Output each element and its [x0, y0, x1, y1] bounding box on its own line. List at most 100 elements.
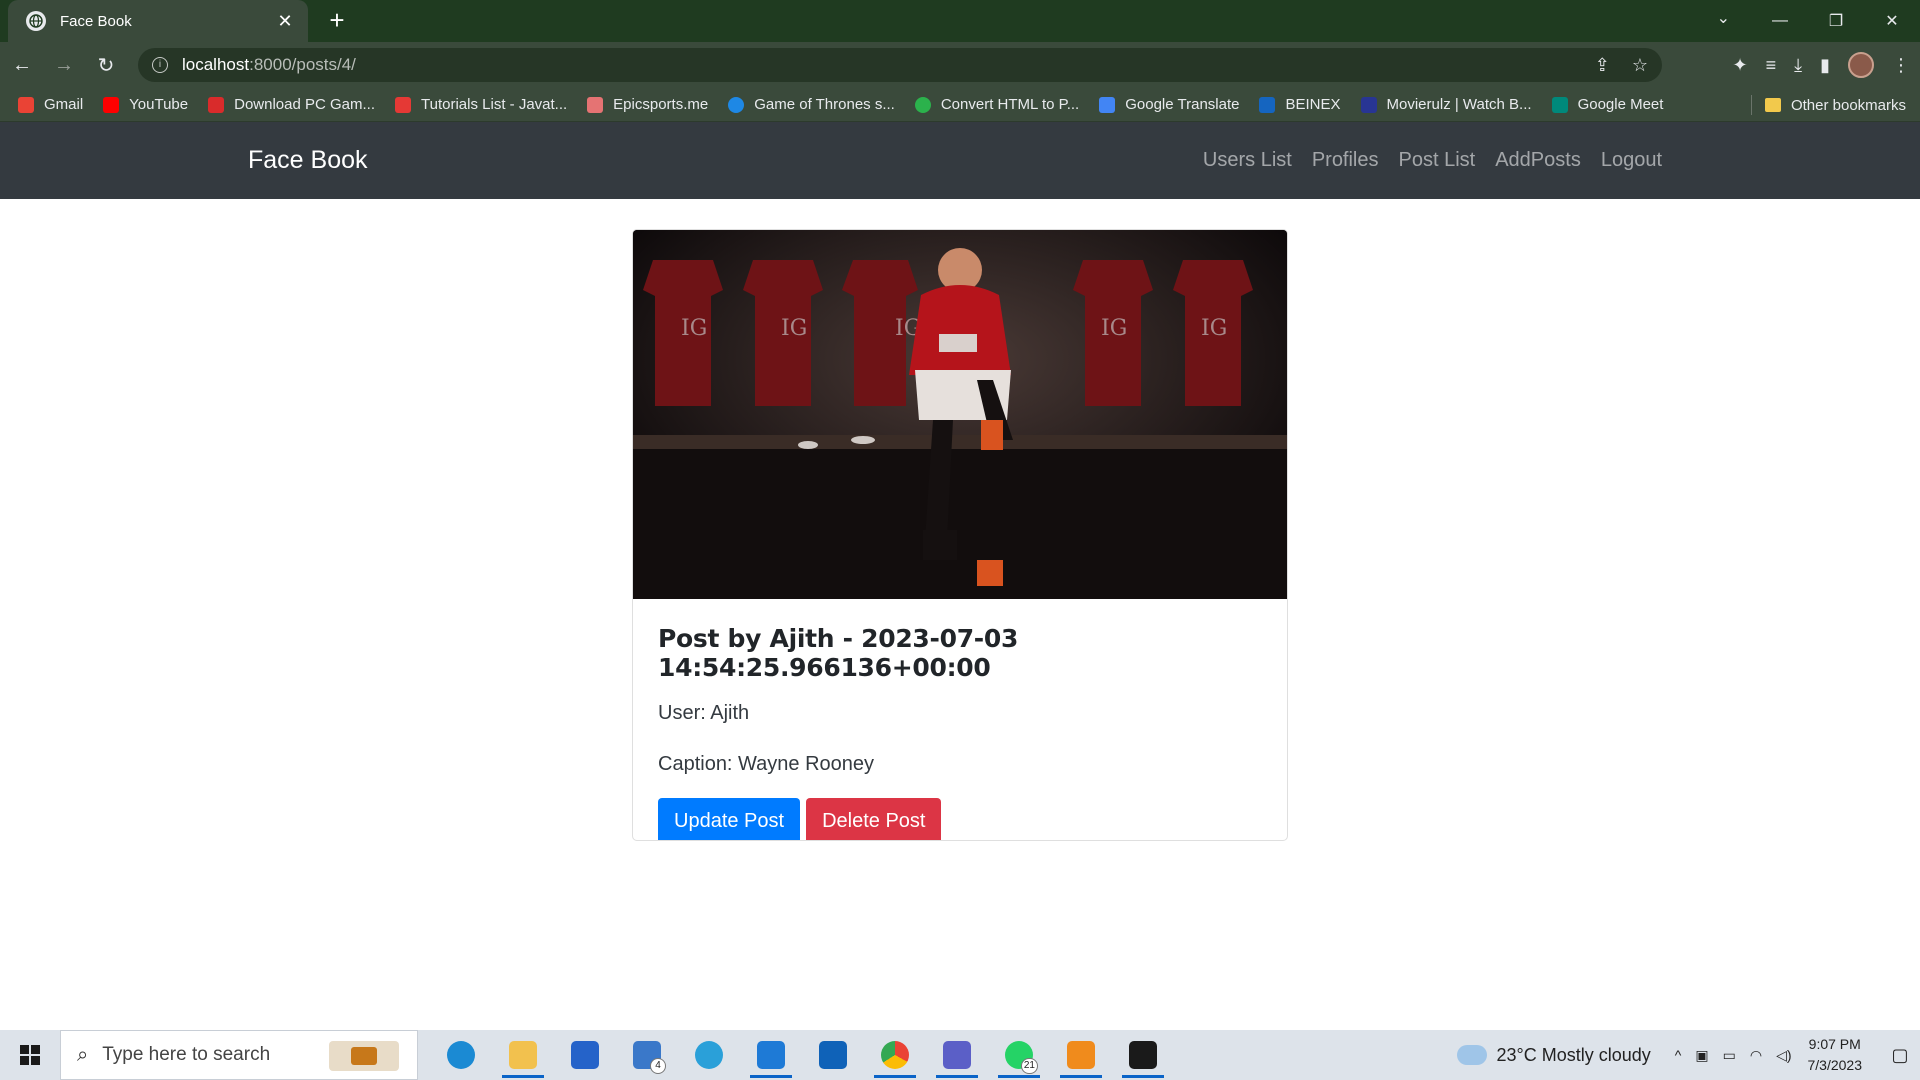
- edge-icon: [447, 1041, 475, 1069]
- svg-text:IG: IG: [681, 316, 707, 341]
- restore-icon[interactable]: ❐: [1808, 11, 1864, 31]
- bookmark-epicsports[interactable]: Epicsports.me: [587, 96, 708, 113]
- site-info-icon[interactable]: i: [152, 57, 168, 73]
- address-bar[interactable]: i localhost:8000/posts/4/ ⇪ ☆: [138, 48, 1662, 82]
- whatsapp-app[interactable]: 21: [988, 1030, 1050, 1080]
- nav-logout[interactable]: Logout: [1601, 149, 1662, 172]
- minimize-icon[interactable]: —: [1752, 12, 1808, 30]
- svg-text:IG: IG: [1101, 316, 1127, 341]
- store-app[interactable]: [554, 1030, 616, 1080]
- post-photo-illustration: IG IG IG IG IG: [633, 230, 1287, 599]
- meet-now-icon[interactable]: ▣: [1695, 1047, 1708, 1064]
- bookmark-google-meet[interactable]: Google Meet: [1551, 96, 1664, 113]
- other-bookmarks-label: Other bookmarks: [1790, 96, 1906, 114]
- bookmark-label: Google Translate: [1125, 96, 1240, 113]
- browser-tab[interactable]: Face Book ✕: [8, 0, 308, 42]
- other-bookmarks[interactable]: Other bookmarks: [1764, 88, 1906, 122]
- post-card: IG IG IG IG IG Post by Ajith - 2023-07-03 1…: [632, 229, 1288, 841]
- sublime-app[interactable]: [1050, 1030, 1112, 1080]
- meet-icon: [1551, 96, 1568, 113]
- outlook-icon: [819, 1041, 847, 1069]
- bookmark-label: BEINEX: [1285, 96, 1341, 113]
- terminal-app[interactable]: [1112, 1030, 1174, 1080]
- bookmark-label: Movierulz | Watch B...: [1386, 96, 1532, 113]
- nav-users-list[interactable]: Users List: [1203, 149, 1292, 172]
- media-queue-icon[interactable]: ≡: [1766, 55, 1777, 76]
- mail-app[interactable]: 4: [616, 1030, 678, 1080]
- taskbar-search[interactable]: ⌕ Type here to search: [60, 1030, 418, 1080]
- chrome-app[interactable]: [864, 1030, 926, 1080]
- mail-badge: 4: [650, 1058, 666, 1074]
- volume-icon[interactable]: ◁): [1776, 1047, 1791, 1064]
- nav-profiles[interactable]: Profiles: [1312, 149, 1379, 172]
- terminal-icon: [1129, 1041, 1157, 1069]
- vscode-icon: [757, 1041, 785, 1069]
- outlook-app[interactable]: [802, 1030, 864, 1080]
- reload-icon[interactable]: ↻: [86, 45, 126, 85]
- window-controls: — ❐ ✕: [1752, 0, 1920, 42]
- post-user: User: Ajith: [658, 702, 750, 724]
- clock[interactable]: 9:07 PM 7/3/2023: [1808, 1034, 1863, 1076]
- edge-app[interactable]: [430, 1030, 492, 1080]
- tab-search-icon[interactable]: ⌄: [1717, 8, 1730, 28]
- youtube-icon: [103, 96, 120, 113]
- new-tab-button[interactable]: +: [322, 6, 352, 36]
- bookmark-beinex[interactable]: BEINEX: [1259, 96, 1341, 113]
- start-button[interactable]: [0, 1030, 60, 1080]
- nav-add-posts[interactable]: AddPosts: [1495, 149, 1581, 172]
- close-tab-icon[interactable]: ✕: [274, 11, 296, 32]
- vscode-app[interactable]: [740, 1030, 802, 1080]
- beinex-icon: [1259, 96, 1276, 113]
- notification-icon[interactable]: ▢: [1880, 1030, 1920, 1080]
- bookmark-gmail[interactable]: Gmail: [18, 96, 83, 113]
- bookmark-download-pc-games[interactable]: Download PC Gam...: [208, 96, 375, 113]
- profile-avatar[interactable]: [1848, 52, 1874, 78]
- share-icon[interactable]: ⇪: [1595, 55, 1610, 76]
- forward-icon[interactable]: →: [44, 45, 84, 85]
- store-icon: [571, 1041, 599, 1069]
- bookmark-google-translate[interactable]: Google Translate: [1099, 96, 1239, 113]
- weather-widget[interactable]: 23°C Mostly cloudy: [1454, 1039, 1651, 1066]
- back-icon[interactable]: ←: [2, 45, 42, 85]
- menu-kebab-icon[interactable]: ⋮: [1892, 55, 1910, 76]
- url-host: localhost: [182, 55, 250, 74]
- bookmark-tutorials-list[interactable]: Tutorials List - Javat...: [395, 96, 567, 113]
- teams-app[interactable]: [926, 1030, 988, 1080]
- bookmark-label: Google Meet: [1577, 96, 1664, 113]
- file-explorer-app[interactable]: [492, 1030, 554, 1080]
- cloud-icon: [1454, 1039, 1487, 1065]
- bookmark-youtube[interactable]: YouTube: [103, 96, 188, 113]
- delete-post-button[interactable]: Delete Post: [806, 798, 942, 840]
- site-nav-links: Users List Profiles Post List AddPosts L…: [1183, 122, 1662, 199]
- telegram-app[interactable]: [678, 1030, 740, 1080]
- globe-icon: [728, 96, 745, 113]
- extensions-icon[interactable]: ✦: [1733, 55, 1748, 76]
- sublime-icon: [1067, 1041, 1095, 1069]
- tab-title: Face Book: [60, 12, 132, 30]
- bookmark-label: YouTube: [129, 96, 189, 113]
- bookmark-label: Gmail: [44, 96, 84, 113]
- post-body: Post by Ajith - 2023-07-03 14:54:25.9661…: [658, 624, 1258, 840]
- convert-icon: [914, 96, 931, 113]
- url-path: :8000/posts/4/: [249, 55, 356, 74]
- site-brand[interactable]: Face Book: [248, 122, 368, 199]
- window-close-icon[interactable]: ✕: [1864, 11, 1920, 31]
- side-panel-icon[interactable]: ▮: [1820, 55, 1830, 76]
- download-icon[interactable]: ⤓: [1794, 55, 1802, 76]
- telegram-icon: [695, 1041, 723, 1069]
- bookmark-star-icon[interactable]: ☆: [1632, 55, 1648, 76]
- chevron-up-icon[interactable]: ^: [1675, 1047, 1682, 1064]
- clock-date: 7/3/2023: [1807, 1057, 1863, 1073]
- search-icon: ⌕: [77, 1043, 89, 1066]
- post-actions: Update Post Delete Post: [658, 798, 1258, 840]
- wifi-icon[interactable]: ◠: [1750, 1047, 1762, 1064]
- battery-icon[interactable]: ▭: [1723, 1047, 1736, 1064]
- bookmark-movierulz[interactable]: Movierulz | Watch B...: [1360, 96, 1532, 113]
- bookmark-convert-html[interactable]: Convert HTML to P...: [914, 96, 1079, 113]
- folder-icon: [1764, 98, 1781, 112]
- bookmark-game-of-thrones[interactable]: Game of Thrones s...: [728, 96, 895, 113]
- nav-post-list[interactable]: Post List: [1399, 149, 1476, 172]
- windows-taskbar: ⌕ Type here to search 4 21 23°C Mostly c…: [0, 1030, 1920, 1080]
- folder-icon: [509, 1041, 537, 1069]
- update-post-button[interactable]: Update Post: [658, 798, 801, 840]
